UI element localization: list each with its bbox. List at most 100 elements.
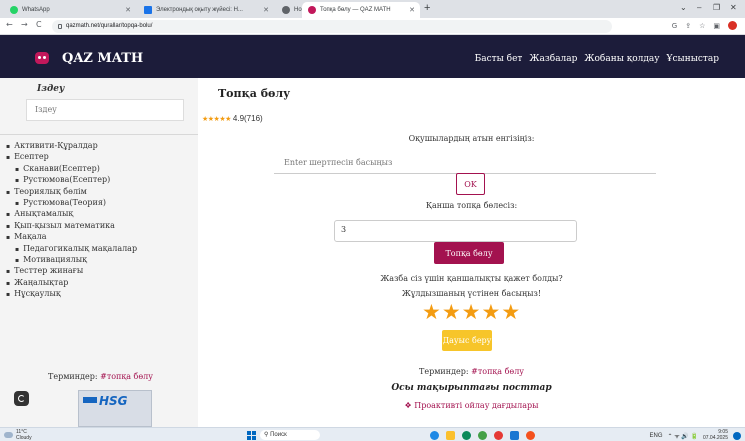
new-tab-button[interactable]: + (424, 2, 430, 14)
rating-value: 4.9(716) (232, 114, 263, 123)
tab-qazmath[interactable]: Топқа бөлу — QAZ MATH ✕ (302, 2, 420, 18)
rating-stars-icon: ★★★★★ (202, 115, 231, 123)
forward-button[interactable]: → (21, 20, 28, 29)
names-prompt: Оқушылардың атын енгізіңіз: (408, 134, 535, 143)
tray-icons[interactable]: ⌃ ᯤ 🔊 🔋 (668, 432, 698, 440)
split-into-groups-button[interactable]: Топқа бөлу (434, 242, 504, 264)
feedback-question: Жазба сіз үшін қаншалықты қажет болды? (380, 274, 563, 283)
sidebar-terms: Терминдер: #топқа бөлу (48, 372, 153, 381)
weather-widget[interactable]: 11°C Cloudy (4, 429, 32, 441)
sidebar-item-skanavi[interactable]: Сканави(Есептер) (6, 163, 196, 174)
banner-tag (83, 397, 97, 403)
star-1-icon[interactable]: ★ (422, 301, 441, 323)
edge-icon[interactable] (462, 431, 471, 440)
group-count-input[interactable]: 3 (334, 220, 577, 242)
bookmark-icon[interactable]: ☆ (699, 22, 705, 30)
start-button[interactable] (247, 431, 256, 440)
sidebar-item-rustyumova-problems[interactable]: Рустюмова(Есептер) (6, 174, 196, 185)
sidebar-item-motivational[interactable]: Мотивациялық (6, 254, 196, 265)
tab-label: Топқа бөлу — QAZ MATH (320, 7, 391, 13)
browser-tab-strip: WhatsApp ✕ Электрондық оқыту жүйесі: H..… (0, 0, 745, 18)
close-icon[interactable]: ✕ (125, 6, 131, 14)
window-close-button[interactable]: ✕ (730, 3, 737, 12)
sidebar-item-articles[interactable]: Мақала (6, 231, 196, 242)
star-2-icon[interactable]: ★ (442, 301, 461, 323)
owl-logo-icon[interactable] (35, 52, 49, 64)
banner-brand: HSG (99, 394, 128, 408)
tab-whatsapp[interactable]: WhatsApp ✕ (4, 2, 136, 18)
whatsapp-icon (10, 6, 18, 14)
close-icon[interactable]: ✕ (263, 6, 269, 14)
close-icon[interactable]: ✕ (409, 6, 415, 14)
url-field[interactable]: qazmath.net/qurallar/topqa-bolu/ (52, 20, 612, 33)
main-content: Топқа бөлу ★★★★★ 4.9(716) Оқушылардың ат… (198, 78, 745, 427)
star-5-icon[interactable]: ★ (501, 301, 520, 323)
app-icon[interactable] (430, 431, 439, 440)
sidebar-item-guide[interactable]: Нұсқаулық (6, 288, 196, 299)
toolbar-icons: G ⇪ ☆ ▣ (672, 21, 737, 30)
sidebar-item-problems[interactable]: Есептер (6, 151, 196, 162)
page-title: Топқа бөлу (218, 87, 291, 100)
weather-text: Cloudy (16, 435, 32, 441)
sidebar-item-tests[interactable]: Тесттер жинағы (6, 265, 196, 276)
assistant-button[interactable] (14, 391, 29, 406)
vote-button[interactable]: Дауыс беру (442, 330, 492, 351)
profile-avatar[interactable] (728, 21, 737, 30)
sidebar-item-red-math[interactable]: Қып-қызыл математика (6, 220, 196, 231)
sidebar-item-pedagogical[interactable]: Педагогикалық мақалалар (6, 243, 196, 254)
main-terms: Терминдер: #топқа бөлу (198, 367, 745, 376)
logo-eye-right (43, 56, 46, 59)
windows-taskbar: 11°C Cloudy ⚲ Поиск ENG ⌃ ᯤ 🔊 🔋 9:05 07.… (0, 427, 745, 441)
groups-prompt: Қанша топқа бөлесіз: (425, 201, 518, 210)
cloud-icon (4, 432, 13, 438)
reload-button[interactable]: C (36, 20, 42, 29)
file-explorer-icon[interactable] (446, 431, 455, 440)
nav-posts[interactable]: Жазбалар (529, 54, 577, 64)
terms-label: Терминдер: (419, 367, 469, 376)
sidebar: Іздеу Іздеу Активити-Құралдар Есептер Ск… (0, 78, 198, 427)
tab-label: Электрондық оқыту жүйесі: H... (156, 7, 243, 13)
site-header: QAZ MATH Басты бет Жазбалар Жобаны қолда… (0, 35, 745, 78)
search-input[interactable]: Іздеу (26, 99, 184, 121)
term-link[interactable]: #топқа бөлу (471, 367, 524, 376)
assistant-icon (18, 395, 25, 402)
sidebar-item-theory[interactable]: Теориялық бөлім (6, 186, 196, 197)
ok-button[interactable]: OK (456, 173, 485, 195)
sidebar-item-rustyumova-theory[interactable]: Рустюмова(Теория) (6, 197, 196, 208)
opera-icon[interactable] (494, 431, 503, 440)
star-3-icon[interactable]: ★ (462, 301, 481, 323)
star-4-icon[interactable]: ★ (481, 301, 500, 323)
nav-support[interactable]: Жобаны қолдау (584, 54, 659, 64)
tab-search-icon[interactable]: ⌄ (680, 3, 687, 12)
related-post-link[interactable]: ❖ Проактивті ойлау дағдылары (198, 401, 745, 410)
url-text: qazmath.net/qurallar/topqa-bolu/ (66, 23, 153, 29)
sidebar-icon[interactable]: ▣ (713, 22, 720, 30)
notification-icon[interactable] (733, 431, 741, 440)
student-names-input[interactable]: Enter шертпесін басыңыз (274, 154, 656, 174)
clock[interactable]: 9:05 07.04.2025 (703, 429, 728, 441)
tab-e-learning[interactable]: Электрондық оқыту жүйесі: H... ✕ (138, 2, 274, 18)
related-posts-heading: Осы тақырыптағы посттар (391, 383, 552, 393)
whatsapp-icon[interactable] (478, 431, 487, 440)
system-tray: ENG ⌃ ᯤ 🔊 🔋 9:05 07.04.2025 (650, 429, 741, 441)
sidebar-item-reference[interactable]: Анықтамалық (6, 208, 196, 219)
sidebar-item-activities[interactable]: Активити-Құралдар (6, 140, 196, 151)
back-button[interactable]: ← (6, 20, 13, 29)
language-indicator[interactable]: ENG (650, 433, 663, 439)
sidebar-item-news[interactable]: Жаңалықтар (6, 277, 196, 288)
telegram-icon[interactable] (510, 431, 519, 440)
taskbar-search[interactable]: ⚲ Поиск (260, 430, 320, 440)
term-link[interactable]: #топқа бөлу (100, 372, 153, 381)
google-icon[interactable]: G (672, 22, 677, 30)
nav-suggestions[interactable]: Ұсыныстар (667, 54, 719, 64)
minimize-button[interactable]: – (697, 3, 701, 12)
globe-icon (282, 6, 290, 14)
ad-banner[interactable]: HSG (78, 390, 152, 427)
taskbar-search-label: Поиск (270, 432, 287, 438)
divider (0, 134, 198, 135)
share-icon[interactable]: ⇪ (685, 22, 691, 30)
site-brand[interactable]: QAZ MATH (62, 51, 143, 66)
nav-home[interactable]: Басты бет (475, 54, 523, 64)
chrome-icon[interactable] (526, 431, 535, 440)
restore-button[interactable]: ❐ (713, 3, 720, 12)
